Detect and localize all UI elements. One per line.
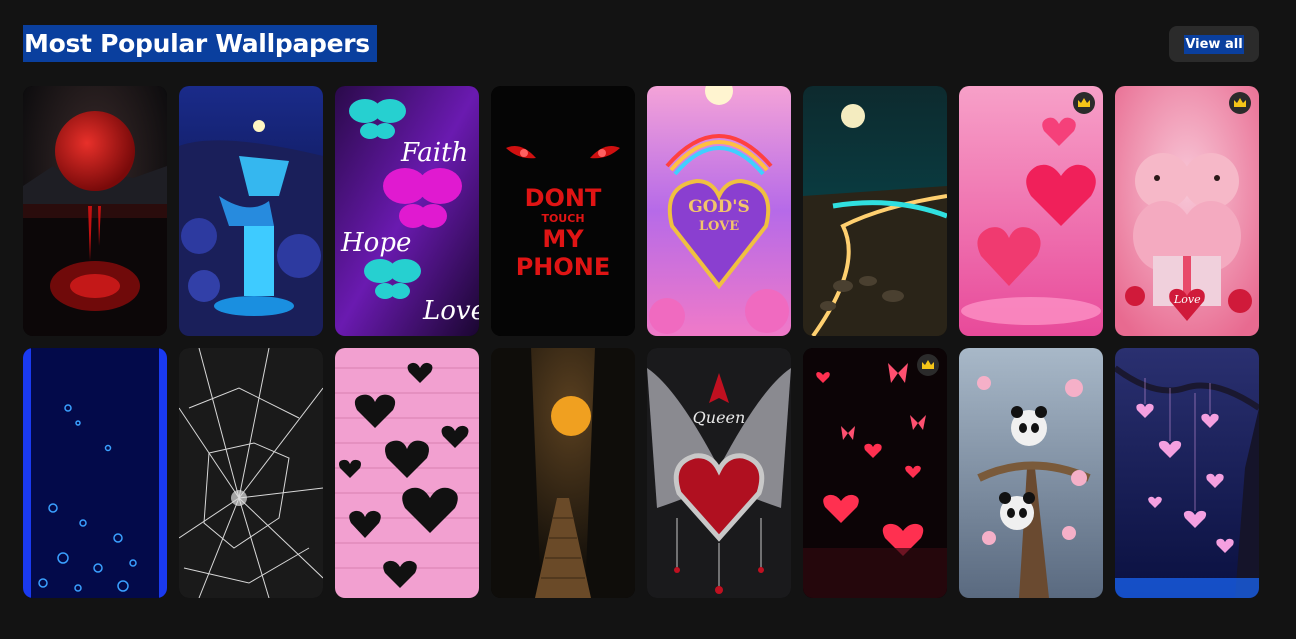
wallpaper-card-dont-touch-my-phone[interactable]: DONT TOUCH MY PHONE (491, 86, 635, 336)
wallpaper-card-glowing-hearts-butterflies[interactable] (803, 348, 947, 598)
crown-icon (1078, 98, 1090, 107)
card-text-gods-love: GOD'S LOVE (688, 197, 750, 235)
wallpaper-card-cracked-screen[interactable] (179, 348, 323, 598)
card-text-queen: Queen (692, 408, 746, 427)
wallpaper-card-moonlit-beach[interactable] (803, 86, 947, 336)
wallpaper-thumbnail (647, 348, 791, 598)
wallpaper-thumbnail (803, 86, 947, 336)
view-all-button[interactable]: View all (1169, 26, 1259, 62)
card-text-faith: Faith (401, 138, 469, 168)
card-text-love: Love (423, 296, 479, 326)
wallpaper-card-gods-love-heart[interactable]: GOD'S LOVE (647, 86, 791, 336)
card-text-love: Love (1174, 293, 1201, 306)
crown-icon (922, 360, 934, 369)
wallpaper-card-black-hearts-pink-bricks[interactable] (335, 348, 479, 598)
wallpaper-thumbnail (179, 348, 323, 598)
premium-badge (1229, 92, 1251, 114)
wallpaper-thumbnail (23, 348, 167, 598)
card-text-hope: Hope (341, 228, 412, 258)
wallpaper-card-pandas-in-tree[interactable] (959, 348, 1103, 598)
wallpaper-card-red-moon[interactable] (23, 86, 167, 336)
wallpaper-thumbnail (335, 348, 479, 598)
wallpaper-card-blue-bubbles[interactable] (23, 348, 167, 598)
wallpaper-card-blue-waterfall[interactable] (179, 86, 323, 336)
premium-badge (1073, 92, 1095, 114)
wallpaper-card-forest-bridge-moon[interactable] (491, 348, 635, 598)
view-all-label: View all (1184, 34, 1244, 54)
crown-icon (1234, 98, 1246, 107)
wallpaper-thumbnail (491, 348, 635, 598)
wallpaper-thumbnail (1115, 348, 1259, 598)
wallpaper-card-queen-winged-heart[interactable]: Queen (647, 348, 791, 598)
wallpaper-card-butterfly-faith-hope-love[interactable]: Faith Hope Love (335, 86, 479, 336)
card-text-dont-touch: DONT TOUCH MY PHONE (515, 184, 611, 281)
wallpaper-thumbnail (23, 86, 167, 336)
wallpaper-thumbnail (959, 86, 1103, 336)
wallpaper-card-heart-lanterns-tree[interactable] (1115, 348, 1259, 598)
wallpaper-thumbnail (959, 348, 1103, 598)
wallpaper-card-pink-hearts[interactable] (959, 86, 1103, 336)
wallpaper-grid: Faith Hope Love DONT TOUCH MY PHONE (23, 86, 1259, 598)
wallpaper-card-pink-puppies[interactable]: Love (1115, 86, 1259, 336)
section-title: Most Popular Wallpapers (23, 25, 377, 62)
wallpaper-thumbnail (803, 348, 947, 598)
premium-badge (917, 354, 939, 376)
wallpaper-thumbnail (179, 86, 323, 336)
